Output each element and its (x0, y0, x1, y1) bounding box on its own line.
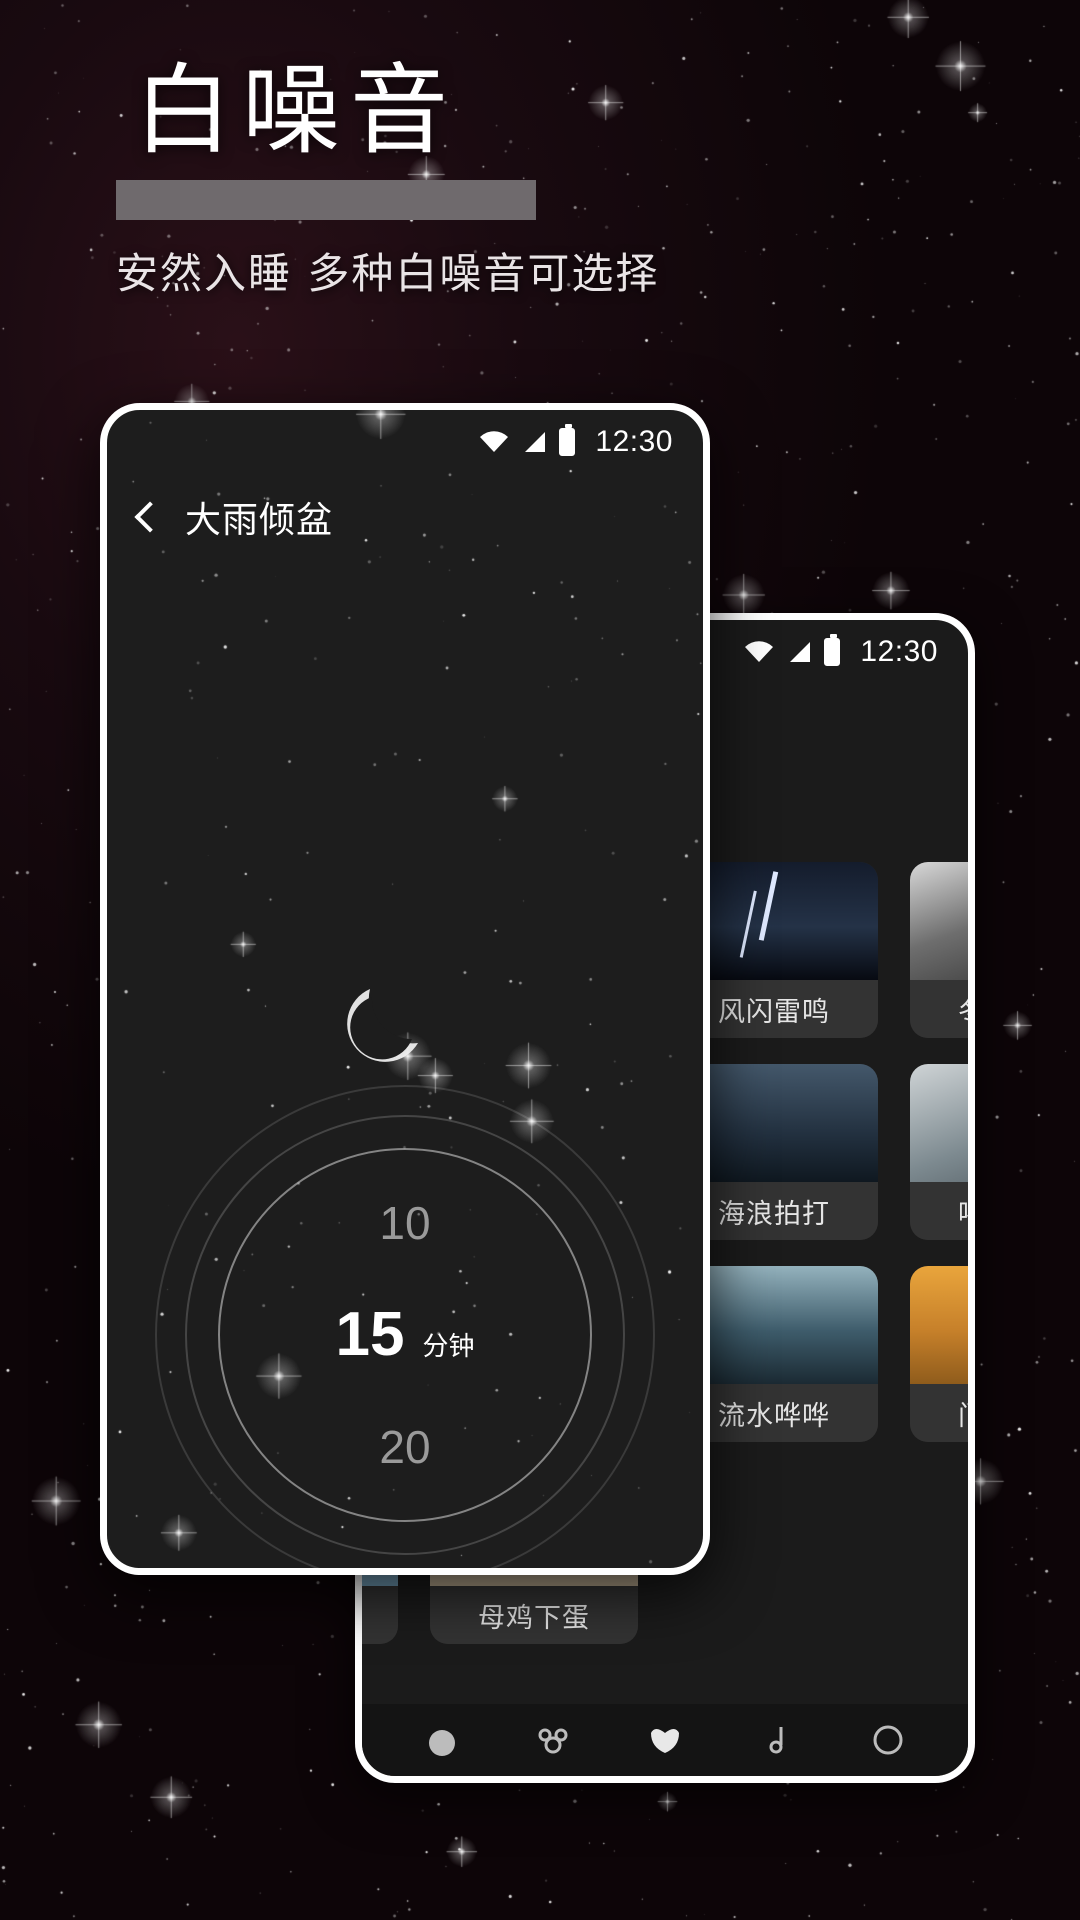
crescent-moon-icon (347, 989, 418, 1062)
status-time: 12:30 (860, 635, 938, 668)
duration-selected[interactable]: 15 (336, 1304, 405, 1366)
battery-icon (824, 634, 841, 666)
front-status-bar: 12:30 (107, 410, 703, 474)
hero-title-wrap: 白噪音 (116, 54, 536, 220)
signal-icon (525, 432, 546, 452)
note-icon[interactable] (757, 1723, 797, 1757)
duration-picker[interactable]: 10 15 分钟 20 (255, 1200, 555, 1470)
heart-icon[interactable] (645, 1723, 685, 1757)
status-time: 12:30 (595, 425, 673, 458)
front-phone-screen: 12:30 大雨倾盆 10 15 分钟 20 开始睡眠 (107, 410, 703, 1568)
battery-icon (559, 424, 576, 456)
duration-next[interactable]: 20 (255, 1424, 555, 1470)
sound-thumbnail (910, 862, 968, 980)
sound-label: 门前狗叫 (910, 1384, 968, 1442)
signal-icon (790, 642, 811, 662)
sound-title: 大雨倾盆 (185, 500, 334, 541)
page-subtitle: 安然入睡 多种白噪音可选择 (116, 249, 660, 298)
duration-previous[interactable]: 10 (255, 1200, 555, 1246)
sound-card[interactable]: 门前狗叫 (910, 1266, 968, 1442)
paw-icon[interactable] (533, 1723, 573, 1757)
sound-thumbnail (910, 1064, 968, 1182)
front-phone-mockup: 12:30 大雨倾盆 10 15 分钟 20 开始睡眠 (100, 403, 710, 1575)
sound-label: 喝茶听雨 (910, 1182, 968, 1240)
sound-label: 冬日雪落 (910, 980, 968, 1038)
home-icon[interactable] (422, 1723, 462, 1757)
bottom-nav-bar[interactable] (362, 1704, 968, 1776)
duration-unit: 分钟 (422, 1332, 475, 1362)
sound-label: 冥想时刻 (362, 1586, 398, 1644)
title-highlight-bar (116, 180, 536, 220)
sound-card[interactable]: 冬日雪落 (910, 862, 968, 1038)
chevron-left-icon[interactable] (134, 501, 166, 533)
sound-label: 母鸡下蛋 (430, 1586, 638, 1644)
page-title: 白噪音 (134, 54, 459, 168)
sound-thumbnail (910, 1266, 968, 1384)
profile-icon[interactable] (868, 1723, 908, 1757)
sound-card[interactable]: 喝茶听雨 (910, 1064, 968, 1240)
wifi-icon (745, 641, 774, 662)
wifi-icon (480, 431, 509, 452)
front-app-bar: 大雨倾盆 (107, 482, 703, 552)
duration-selected-row: 15 分钟 (255, 1304, 555, 1366)
sleep-timer-dial[interactable]: 10 15 分钟 20 (125, 1055, 685, 1568)
